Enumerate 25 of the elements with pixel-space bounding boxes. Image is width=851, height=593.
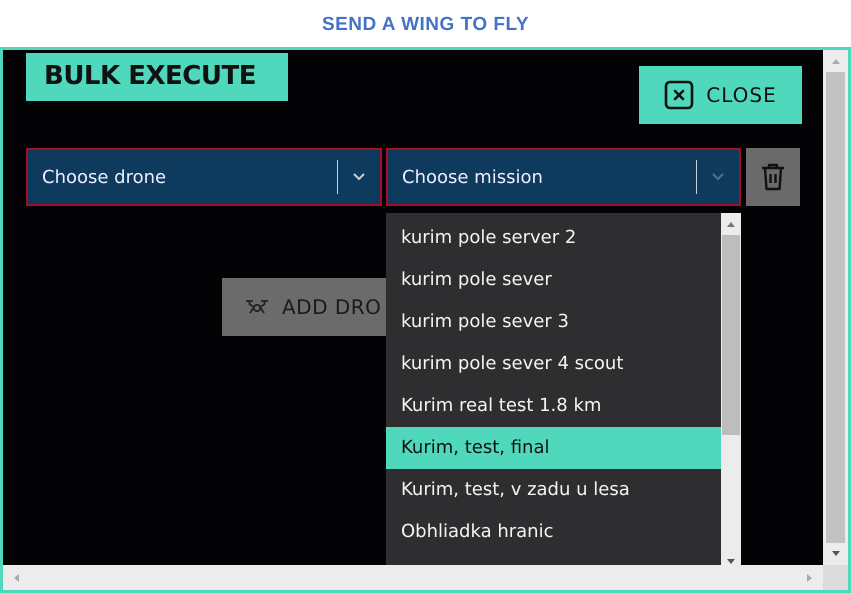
mission-option[interactable]: Obhliadka hranic xyxy=(386,511,721,553)
mission-select[interactable]: Choose mission xyxy=(386,148,741,206)
mission-option[interactable]: kurim pole sever 4 scout xyxy=(386,343,721,385)
mission-option[interactable]: Kurim real test 1.8 km xyxy=(386,385,721,427)
scroll-right-icon[interactable] xyxy=(805,572,813,582)
scroll-down-icon[interactable] xyxy=(830,549,840,557)
drone-select[interactable]: Choose drone xyxy=(26,148,382,206)
delete-button[interactable] xyxy=(746,148,800,206)
chevron-icon xyxy=(352,172,366,182)
trash-icon xyxy=(760,162,786,192)
close-icon xyxy=(664,80,694,110)
scroll-up-icon[interactable] xyxy=(726,221,736,229)
close-button[interactable]: CLOSE xyxy=(639,66,802,124)
drone-icon xyxy=(244,298,270,316)
mission-option[interactable]: Kurim, test, final xyxy=(386,427,721,469)
scroll-left-icon[interactable] xyxy=(13,572,21,582)
mission-option[interactable]: kurim pole server 2 xyxy=(386,217,721,259)
scrollbar-thumb[interactable] xyxy=(722,235,740,435)
scroll-up-icon[interactable] xyxy=(830,58,840,66)
page-title: SEND A WING TO FLY xyxy=(320,13,530,37)
scrollbar-corner xyxy=(823,565,848,590)
dialog-title: BULK EXECUTE xyxy=(26,53,288,101)
scrollbar-thumb[interactable] xyxy=(826,72,845,543)
mission-option[interactable]: Kurim, test, v zadu u lesa xyxy=(386,469,721,511)
chevron-icon xyxy=(711,172,725,182)
